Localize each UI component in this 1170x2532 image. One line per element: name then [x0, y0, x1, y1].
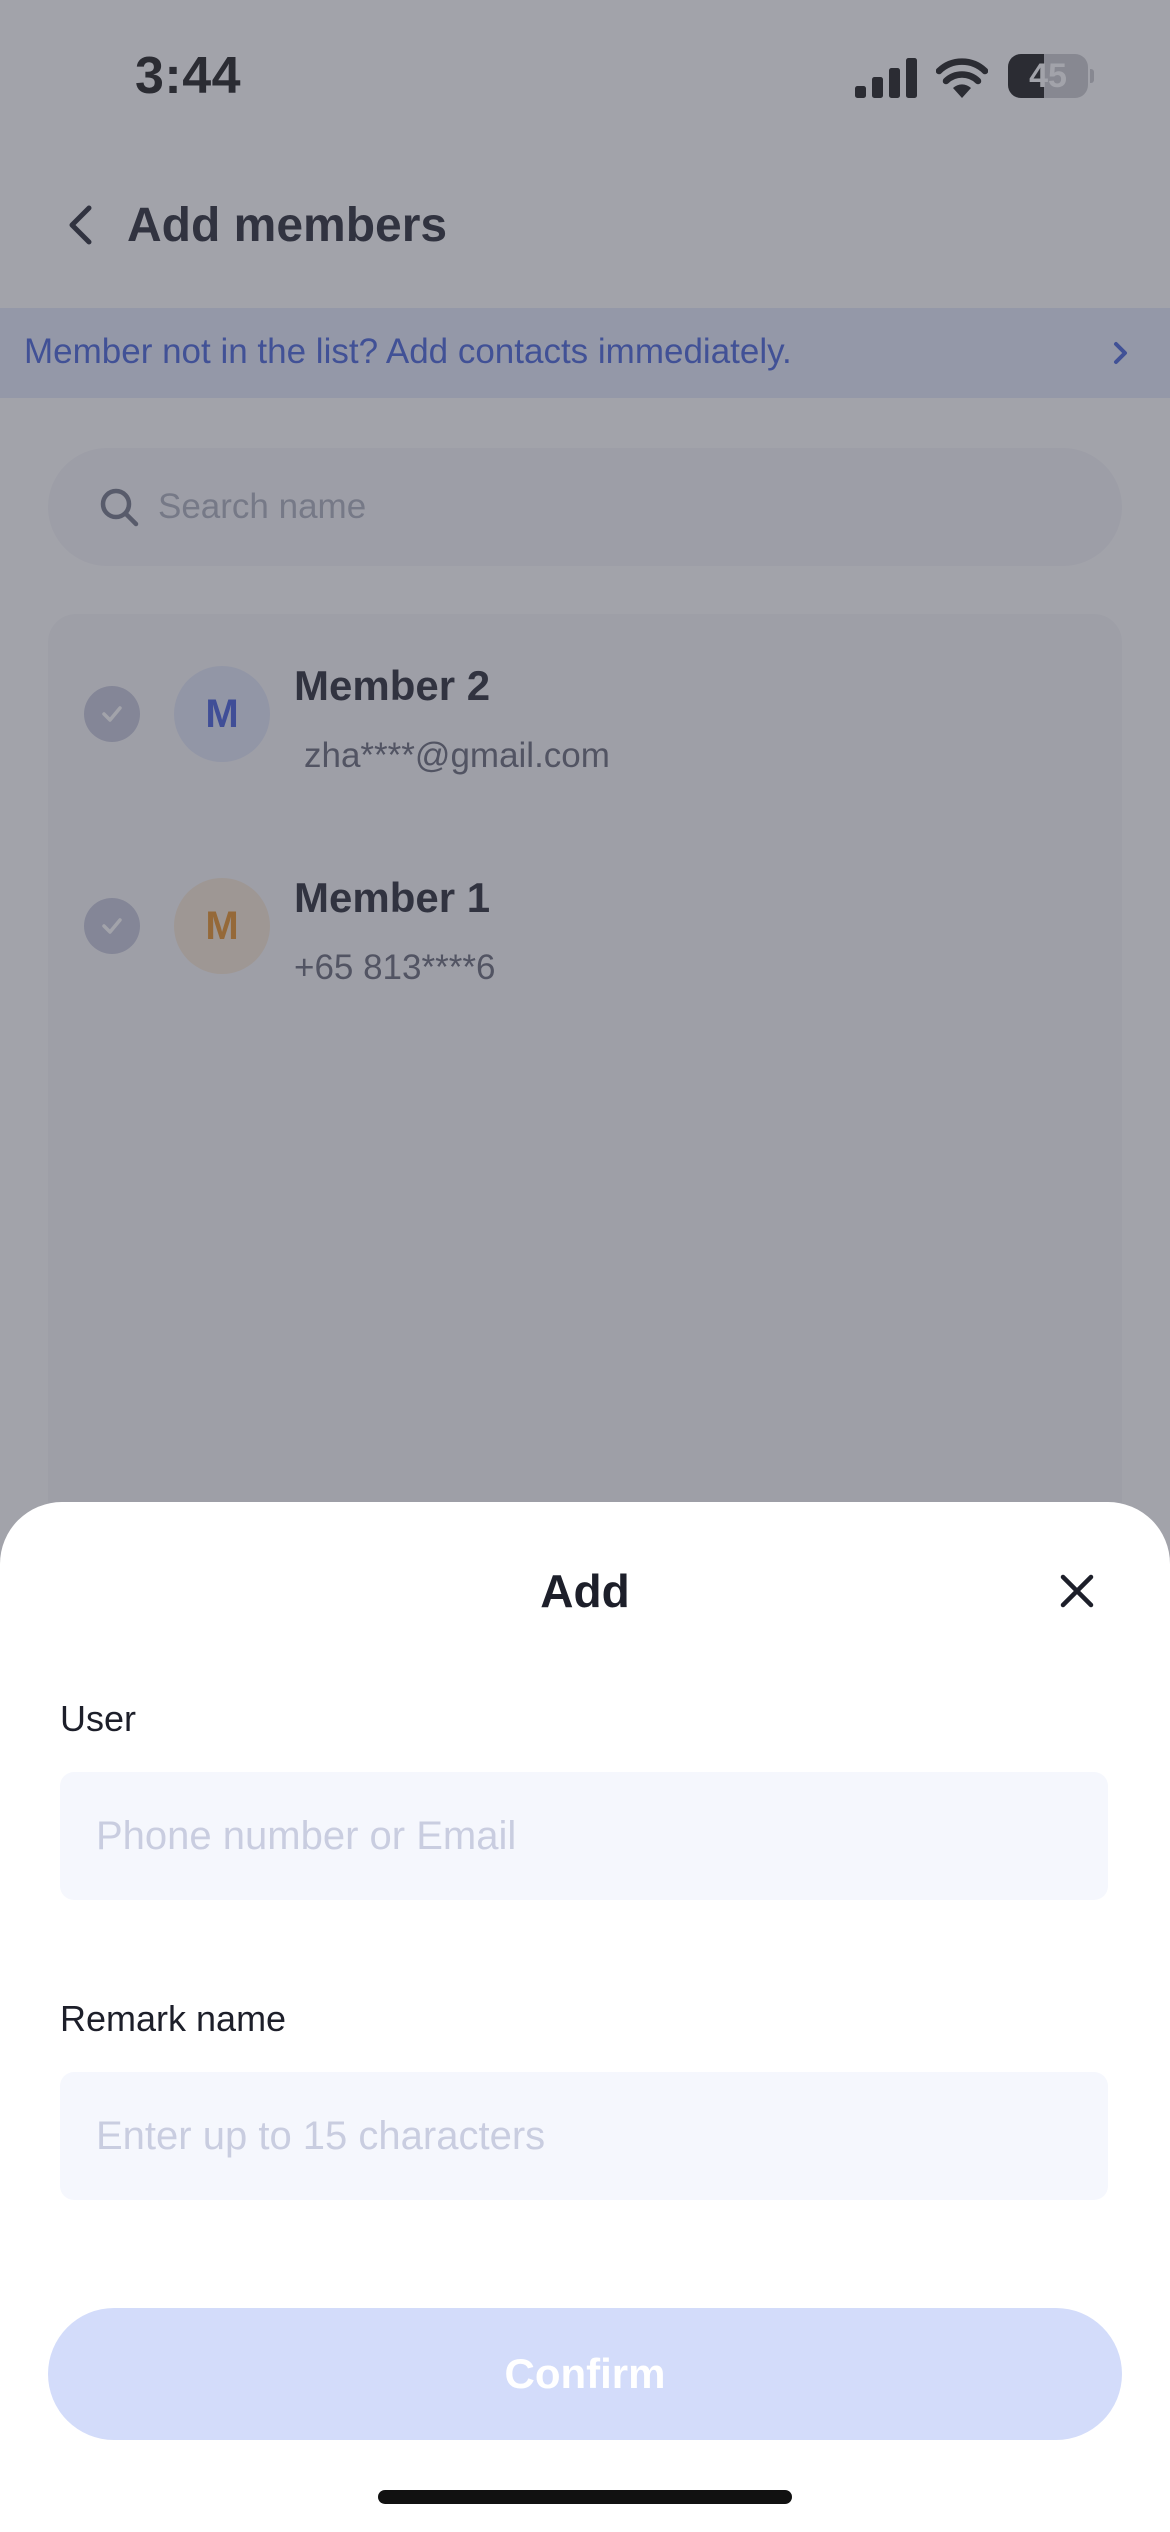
sheet-title: Add — [540, 1565, 630, 1617]
close-button[interactable] — [1054, 1568, 1100, 1614]
home-indicator — [378, 2490, 792, 2504]
user-input[interactable] — [60, 1772, 1108, 1900]
close-icon — [1060, 1574, 1094, 1608]
confirm-button[interactable]: Confirm — [48, 2308, 1122, 2440]
user-label: User — [60, 1698, 137, 1739]
remark-input[interactable] — [60, 2072, 1108, 2200]
remark-label: Remark name — [60, 1998, 287, 2039]
